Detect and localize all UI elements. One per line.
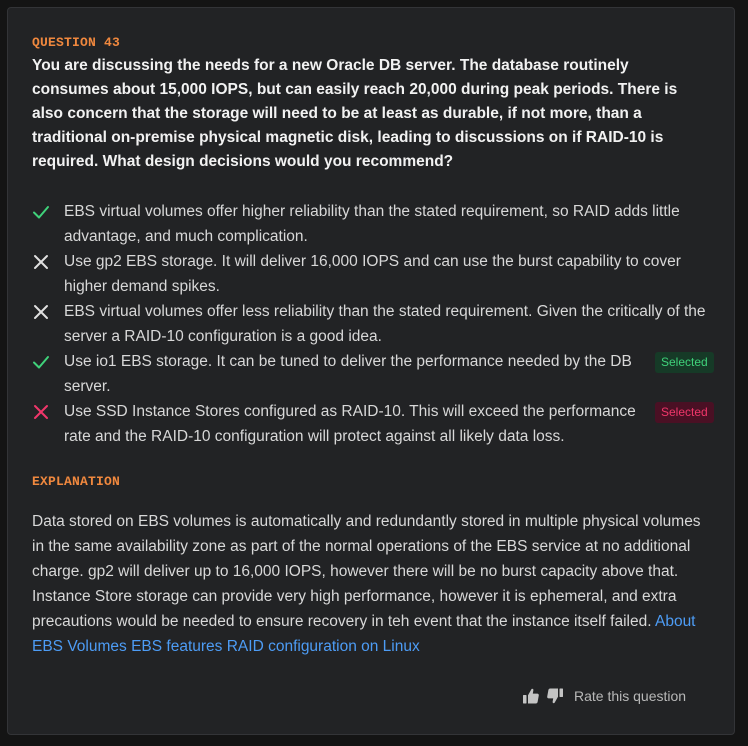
answer-option-text: EBS virtual volumes offer less reliabili… — [64, 303, 706, 345]
answer-option[interactable]: Use SSD Instance Stores configured as RA… — [32, 399, 718, 449]
answer-option-text: EBS virtual volumes offer higher reliabi… — [64, 203, 680, 245]
answer-option[interactable]: Use gp2 EBS storage. It will deliver 16,… — [32, 249, 718, 299]
rating-bar: Rate this question — [522, 686, 686, 706]
explanation-heading: EXPLANATION — [32, 474, 121, 489]
question-text: You are discussing the needs for a new O… — [32, 57, 678, 170]
cross-icon — [34, 405, 48, 419]
thumbs-down-icon[interactable] — [546, 687, 564, 705]
answer-option[interactable]: Use io1 EBS storage. It can be tuned to … — [32, 349, 718, 399]
thumbs-up-icon[interactable] — [522, 687, 540, 705]
check-icon — [33, 356, 49, 369]
cross-icon — [34, 255, 48, 269]
answer-option-text: Use gp2 EBS storage. It will deliver 16,… — [64, 253, 681, 295]
cross-icon — [34, 305, 48, 319]
explanation-text: Data stored on EBS volumes is automatica… — [32, 509, 708, 659]
answer-option-text: Use io1 EBS storage. It can be tuned to … — [64, 353, 632, 395]
rate-question-link[interactable]: Rate this question — [574, 688, 686, 704]
explanation-body: Data stored on EBS volumes is automatica… — [32, 513, 701, 630]
selected-badge: Selected — [655, 402, 714, 423]
link-raid-configuration[interactable]: RAID configuration on Linux — [227, 638, 420, 655]
answer-option[interactable]: EBS virtual volumes offer higher reliabi… — [32, 199, 718, 249]
answer-option[interactable]: EBS virtual volumes offer less reliabili… — [32, 299, 718, 349]
question-card: QUESTION 43 You are discussing the needs… — [7, 7, 735, 735]
answer-option-text: Use SSD Instance Stores configured as RA… — [64, 403, 636, 445]
link-ebs-features[interactable]: EBS features — [131, 638, 222, 655]
check-icon — [33, 206, 49, 219]
question-number: QUESTION 43 — [32, 35, 121, 50]
selected-badge: Selected — [655, 352, 714, 373]
answer-options: EBS virtual volumes offer higher reliabi… — [32, 199, 718, 449]
